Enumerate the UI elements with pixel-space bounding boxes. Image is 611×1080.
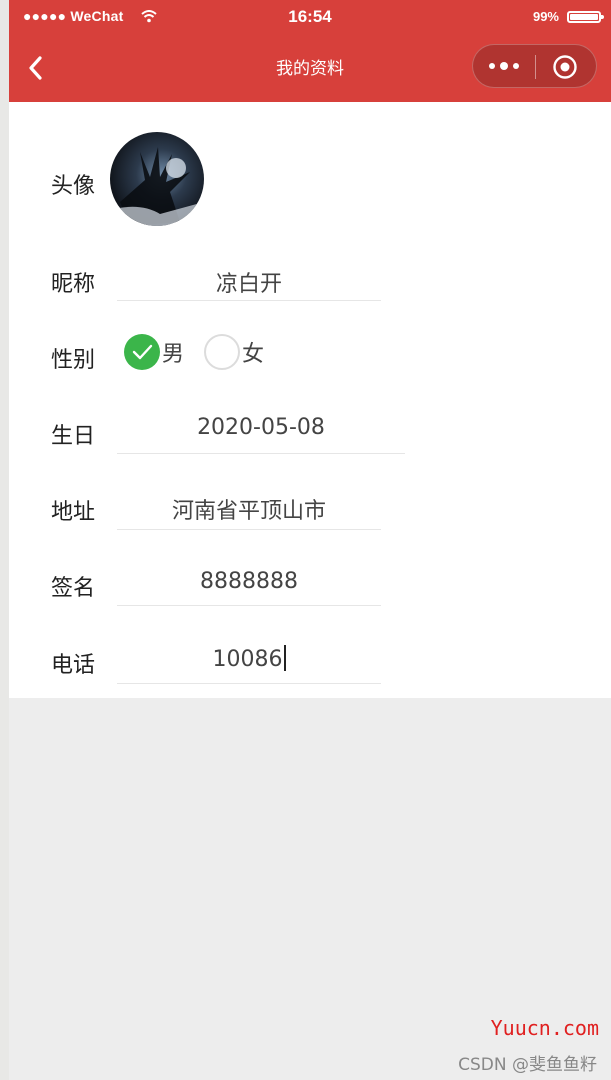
status-time: 16:54 <box>288 7 332 26</box>
mini-program-capsule <box>472 44 597 88</box>
avatar-label: 头像 <box>51 174 96 199</box>
gender-female-radio[interactable] <box>204 334 240 370</box>
profile-form: 头像 昵称 凉白开 性别 男 女 生日 2020-05-08 地址 河南省平顶山… <box>9 102 611 698</box>
phone-label: 电话 <box>51 653 96 678</box>
phone-value: 10086 <box>212 647 283 672</box>
battery-percent: 99% <box>532 9 559 24</box>
avatar-image <box>110 132 204 226</box>
close-target-icon[interactable] <box>552 54 578 80</box>
checkmark-icon <box>132 344 153 360</box>
battery-status: 99% <box>532 9 604 24</box>
avatar[interactable] <box>110 132 204 226</box>
signature-input[interactable]: 8888888 <box>117 569 381 606</box>
gender-male-label: 男 <box>162 342 185 367</box>
gender-label: 性别 <box>51 348 96 373</box>
phone-screen: ●●●●● WeChat 16:54 99% 我的资料 头像 昵称 凉白开 性别… <box>9 0 611 1080</box>
birthday-picker[interactable]: 2020-05-08 <box>117 415 405 454</box>
more-dots-icon[interactable] <box>487 57 523 75</box>
text-cursor <box>283 645 286 671</box>
nickname-label: 昵称 <box>51 272 96 297</box>
site-watermark: Yuucn.com <box>490 1016 599 1040</box>
author-watermark: CSDN @斐鱼鱼籽 <box>458 1055 597 1075</box>
gender-female-label: 女 <box>242 342 265 367</box>
address-label: 地址 <box>51 500 96 525</box>
battery-icon <box>567 10 604 23</box>
navigation-bar: 我的资料 <box>9 33 611 102</box>
birthday-label: 生日 <box>51 424 96 449</box>
capsule-divider <box>535 55 536 79</box>
status-bar: ●●●●● WeChat 16:54 99% <box>9 0 611 33</box>
gender-male-radio[interactable] <box>124 334 160 370</box>
phone-input[interactable]: 10086 <box>117 645 381 684</box>
address-input[interactable]: 河南省平顶山市 <box>117 493 381 530</box>
signature-label: 签名 <box>51 576 96 601</box>
nickname-input[interactable]: 凉白开 <box>117 266 381 301</box>
